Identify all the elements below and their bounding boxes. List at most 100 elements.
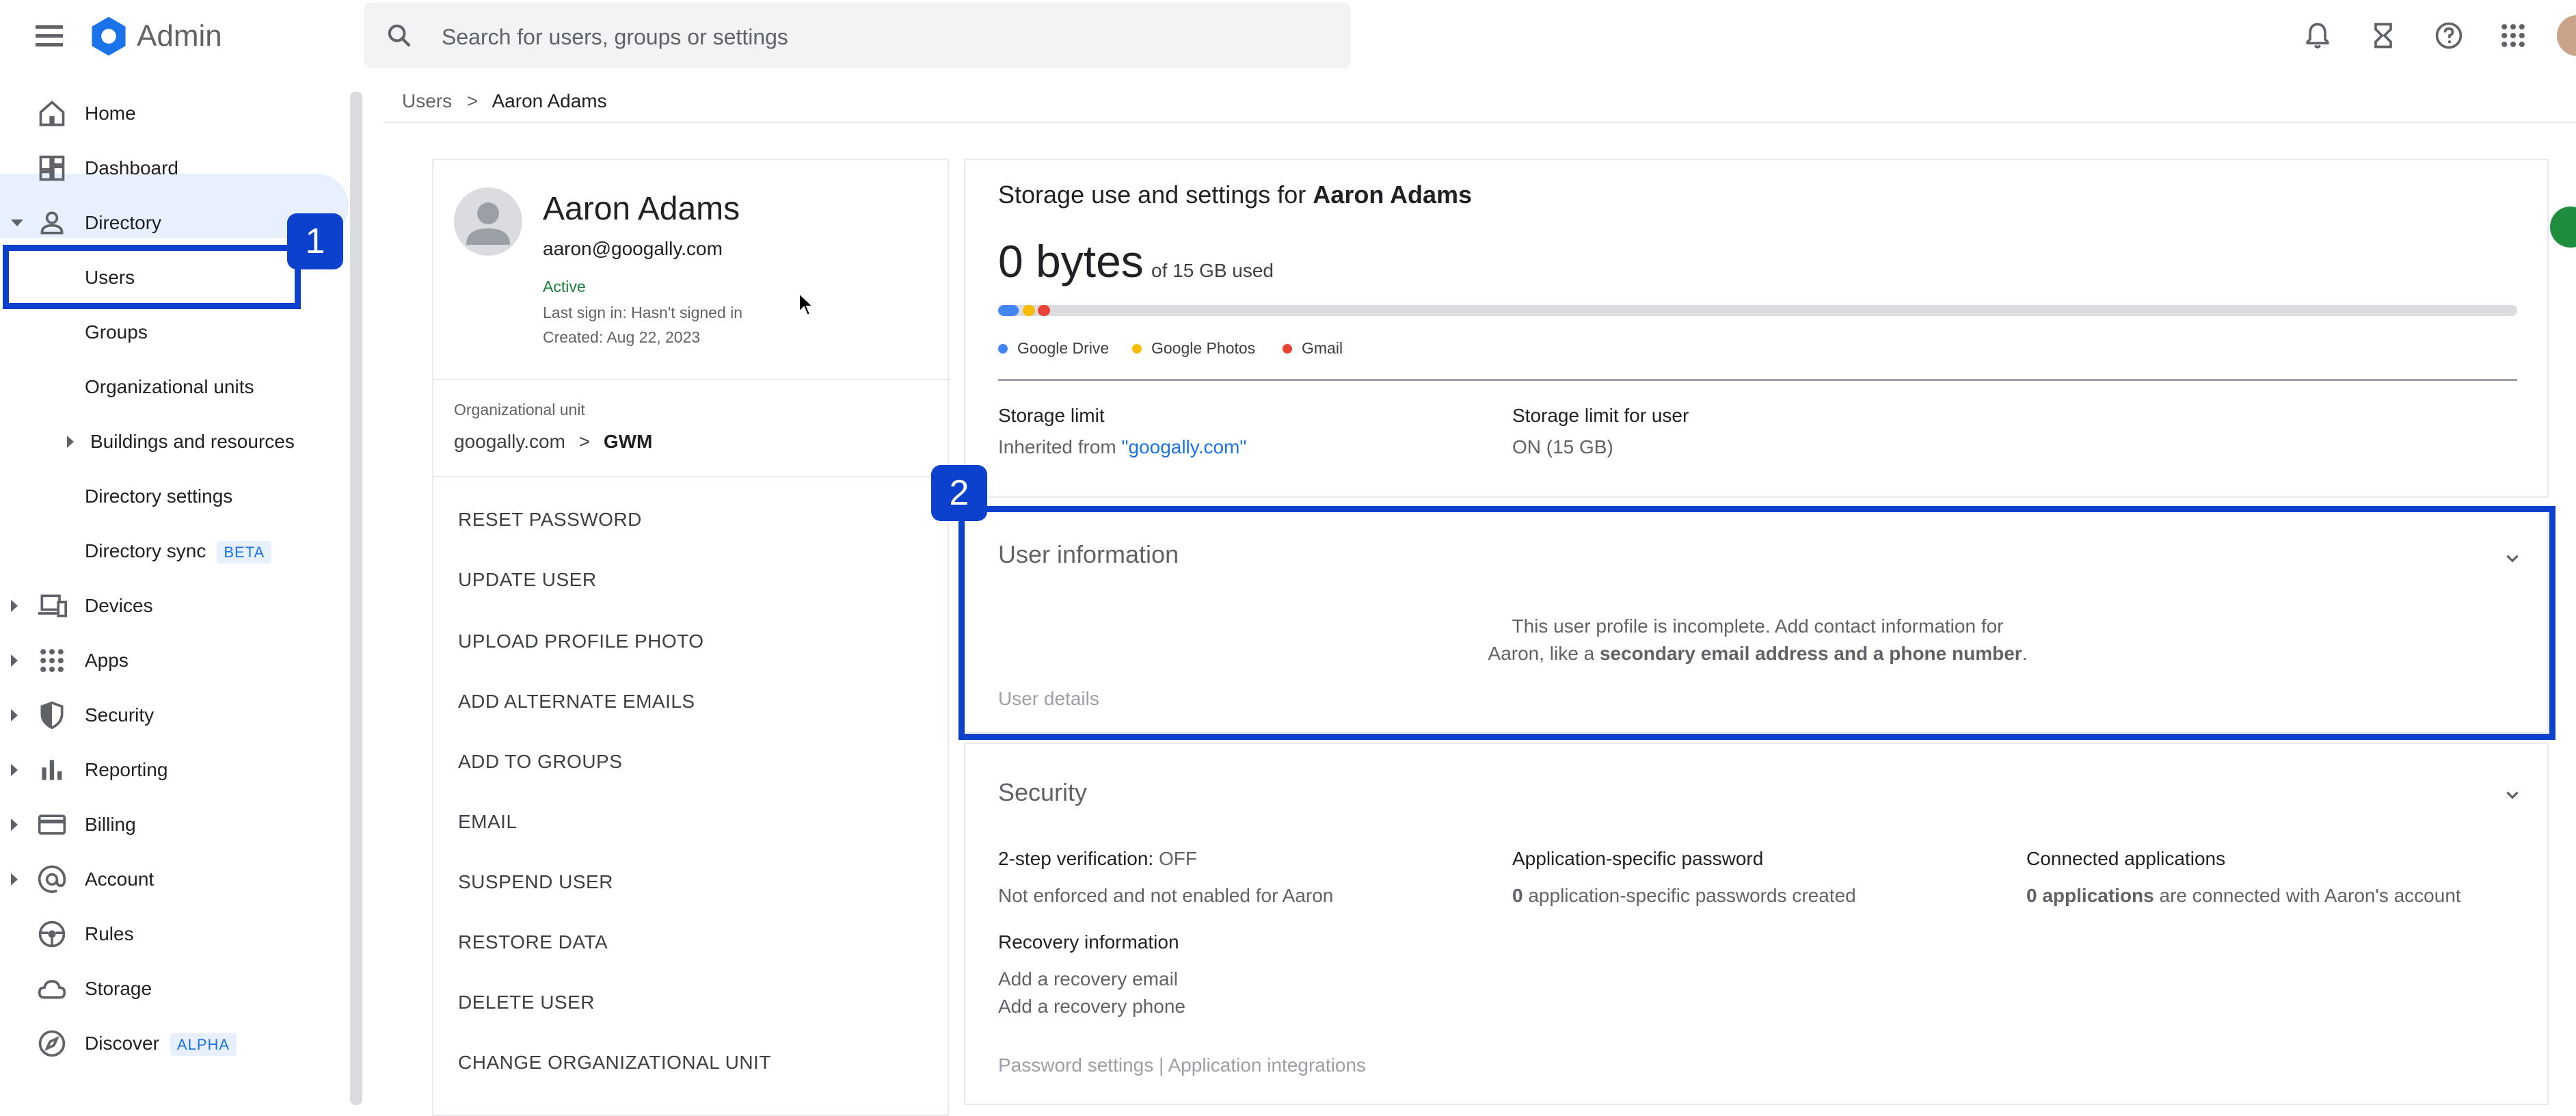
sidebar-item-label: Storage xyxy=(85,978,152,999)
connected-apps-description: 0 applications are connected with Aaron'… xyxy=(2026,885,2461,907)
avatar[interactable] xyxy=(454,187,522,256)
admin-logo-icon[interactable] xyxy=(88,15,130,57)
status-badge: Active xyxy=(543,278,586,295)
email-button[interactable]: EMAIL xyxy=(458,811,518,833)
update-user-button[interactable]: UPDATE USER xyxy=(458,569,597,591)
user-email: aaron@googally.com xyxy=(543,238,723,259)
storage-title: Storage use and settings for Aaron Adams xyxy=(998,181,1472,209)
ou-parent[interactable]: googally.com xyxy=(454,431,565,452)
sidebar-item-storage[interactable]: Storage xyxy=(0,964,342,1013)
delete-user-button[interactable]: DELETE USER xyxy=(458,992,595,1013)
user-name: Aaron Adams xyxy=(543,191,740,227)
add-recovery-phone-link[interactable]: Add a recovery phone xyxy=(998,996,1185,1018)
add-recovery-email-link[interactable]: Add a recovery email xyxy=(998,968,1178,990)
sidebar-item-account[interactable]: Account xyxy=(0,855,342,904)
ou-path: googally.com > GWM xyxy=(454,431,652,453)
sidebar-item-groups[interactable]: Groups xyxy=(0,308,342,357)
created-date: Created: Aug 22, 2023 xyxy=(543,328,701,346)
chevron-down-icon xyxy=(11,220,23,226)
security-footer-links[interactable]: Password settings | Application integrat… xyxy=(998,1054,1366,1076)
sidebar-item-rules[interactable]: Rules xyxy=(0,909,342,959)
sidebar-item-buildings[interactable]: Buildings and resources xyxy=(0,417,342,466)
dot-icon xyxy=(998,343,1008,354)
sidebar-item-reporting[interactable]: Reporting xyxy=(0,745,342,795)
person-placeholder-icon xyxy=(466,202,510,245)
breadcrumb-users-link[interactable]: Users xyxy=(402,90,452,111)
account-avatar[interactable] xyxy=(2557,15,2576,56)
sidebar-item-billing[interactable]: Billing xyxy=(0,800,342,849)
legend-google-drive: Google Drive xyxy=(998,339,1109,358)
highlight-box-user-information xyxy=(958,506,2555,740)
hourglass-icon[interactable] xyxy=(2368,21,2398,51)
two-step-label: 2-step verification: OFF xyxy=(998,848,1197,870)
sidebar-item-directory-sync[interactable]: Directory sync BETA xyxy=(0,527,342,576)
chevron-right-icon xyxy=(11,600,18,612)
sidebar-item-devices[interactable]: Devices xyxy=(0,581,342,630)
restore-data-button[interactable]: RESTORE DATA xyxy=(458,931,608,953)
sidebar-item-label: Organizational units xyxy=(85,376,254,397)
sidebar-item-security[interactable]: Security xyxy=(0,691,342,740)
sidebar-item-directory-settings[interactable]: Directory settings xyxy=(0,472,342,521)
apps-grid-icon[interactable] xyxy=(2498,21,2528,51)
divider xyxy=(433,476,950,477)
chevron-right-icon xyxy=(11,654,18,667)
menu-icon[interactable] xyxy=(33,22,66,49)
upload-profile-photo-button[interactable]: UPLOAD PROFILE PHOTO xyxy=(458,630,704,652)
bar-chart-icon xyxy=(42,760,62,780)
storage-limit-value: Inherited from "googally.com" xyxy=(998,436,1246,458)
ou-label: Organizational unit xyxy=(454,401,585,418)
sidebar-scrollbar[interactable] xyxy=(350,92,362,1105)
legend-label: Google Drive xyxy=(1017,339,1110,357)
sidebar-item-dashboard[interactable]: Dashboard xyxy=(0,144,342,193)
highlight-box-users xyxy=(3,245,301,309)
sidebar-item-organizational-units[interactable]: Organizational units xyxy=(0,362,342,412)
chevron-down-icon[interactable] xyxy=(2504,786,2521,804)
app-password-count: 0 xyxy=(1512,885,1523,906)
sidebar-item-apps[interactable]: Apps xyxy=(0,636,342,685)
legend-label: Google Photos xyxy=(1151,339,1256,357)
storage-title-prefix: Storage use and settings for xyxy=(998,181,1306,209)
gmail-segment xyxy=(1038,305,1050,316)
help-icon[interactable] xyxy=(2434,21,2464,51)
chevron-right-icon xyxy=(11,709,18,721)
sidebar-item-home[interactable]: Home xyxy=(0,89,342,138)
suspend-user-button[interactable]: SUSPEND USER xyxy=(458,871,613,893)
divider xyxy=(433,379,950,380)
reset-password-button[interactable]: RESET PASSWORD xyxy=(458,509,642,531)
breadcrumb-current: Aaron Adams xyxy=(492,90,607,111)
inherited-domain-link[interactable]: "googally.com" xyxy=(1122,436,1247,457)
last-sign-in: Last sign in: Hasn't signed in xyxy=(543,304,743,321)
bell-icon[interactable] xyxy=(2303,21,2333,51)
sidebar-item-discover[interactable]: Discover ALPHA xyxy=(0,1019,342,1068)
annotation-number-1: 1 xyxy=(287,213,343,269)
add-to-groups-button[interactable]: ADD TO GROUPS xyxy=(458,751,622,773)
search-bar[interactable]: Search for users, groups or settings xyxy=(364,3,1351,68)
credit-card-icon xyxy=(38,814,66,835)
cloud-icon xyxy=(38,980,66,999)
add-alternate-emails-button[interactable]: ADD ALTERNATE EMAILS xyxy=(458,691,695,713)
storage-card: Storage use and settings for Aaron Adams… xyxy=(964,159,2549,498)
sidebar-item-label: Rules xyxy=(85,923,134,944)
sidebar-item-label: Billing xyxy=(85,814,136,835)
legend-label: Gmail xyxy=(1302,339,1343,357)
connected-apps-desc-text: are connected with Aaron's account xyxy=(2154,885,2461,906)
change-organizational-unit-button[interactable]: CHANGE ORGANIZATIONAL UNIT xyxy=(458,1052,771,1074)
recovery-info-label: Recovery information xyxy=(998,931,1179,953)
sidebar-item-label: Apps xyxy=(85,650,129,671)
photos-segment xyxy=(1023,305,1035,316)
search-input[interactable]: Search for users, groups or settings xyxy=(442,25,788,50)
security-card[interactable]: Security 2-step verification: OFF Not en… xyxy=(964,743,2549,1105)
divider xyxy=(998,379,2517,381)
sidebar-item-label: Home xyxy=(85,103,136,124)
sidebar-item-label: Devices xyxy=(85,595,153,616)
sidebar-item-label: Directory sync BETA xyxy=(85,540,272,563)
mouse-cursor-icon xyxy=(799,293,815,317)
app-password-desc-text: application-specific passwords created xyxy=(1522,885,1856,906)
breadcrumb-divider xyxy=(383,122,2576,123)
breadcrumb-separator: > xyxy=(466,90,479,111)
ou-child[interactable]: GWM xyxy=(604,431,653,452)
floating-green-badge[interactable] xyxy=(2550,207,2576,248)
storage-usage-bar xyxy=(998,305,2517,316)
alpha-badge: ALPHA xyxy=(170,1033,237,1056)
search-icon xyxy=(388,24,411,47)
